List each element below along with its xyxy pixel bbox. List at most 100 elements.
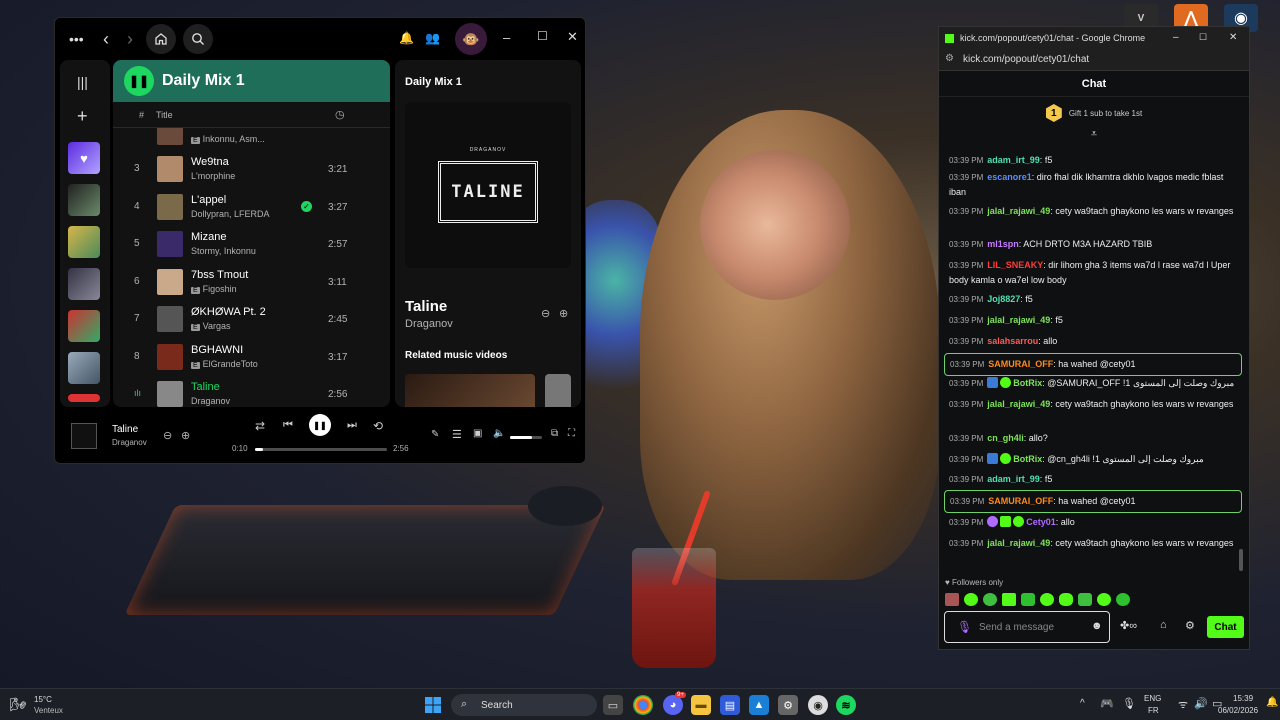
settings-icon[interactable]: ⚙ xyxy=(1185,619,1195,632)
emote[interactable] xyxy=(1116,593,1130,606)
message-username[interactable]: adam_irt_99 xyxy=(987,474,1040,484)
message-username[interactable]: ml1spn xyxy=(987,239,1019,249)
store-icon[interactable]: ⌂ xyxy=(1160,619,1167,631)
chrome-taskbar-icon[interactable] xyxy=(633,695,653,715)
track-row[interactable]: 3 We9tna L'morphine 3:21 xyxy=(113,151,390,188)
col-title[interactable]: Title xyxy=(156,110,173,120)
message-username[interactable]: BotRix xyxy=(1013,378,1042,388)
player-album-art[interactable] xyxy=(71,423,97,449)
remove-icon[interactable]: ⊖ xyxy=(541,307,550,320)
mic-lyrics-icon[interactable]: ✎ xyxy=(431,429,439,440)
emote[interactable] xyxy=(1059,593,1073,606)
task-view-icon[interactable]: ▭ xyxy=(603,695,623,715)
remove-icon[interactable]: ⊖ xyxy=(163,429,172,442)
np-artist[interactable]: Draganov xyxy=(405,318,453,330)
close-icon[interactable]: ✕ xyxy=(1229,32,1237,43)
playlist-cover[interactable] xyxy=(68,184,100,216)
emote[interactable] xyxy=(1078,593,1092,606)
lang-top[interactable]: ENG xyxy=(1144,694,1161,703)
message-username[interactable]: salahsarrou xyxy=(987,336,1038,346)
lang-bottom[interactable]: FR xyxy=(1148,706,1159,715)
weather-icon[interactable]: 🌬 xyxy=(10,697,27,713)
file-explorer-icon[interactable]: ▬ xyxy=(691,695,711,715)
message-username[interactable]: Cety01 xyxy=(1026,517,1056,527)
chevron-up-icon[interactable]: ^ xyxy=(1080,698,1085,709)
liked-songs-cover[interactable]: ♥ xyxy=(68,142,100,174)
home-icon[interactable] xyxy=(146,24,176,54)
playlist-cover[interactable] xyxy=(68,352,100,384)
add-icon[interactable]: + xyxy=(77,106,88,127)
queue-icon[interactable]: ☰ xyxy=(452,428,462,441)
emote[interactable] xyxy=(983,593,997,606)
volume-slider[interactable] xyxy=(510,436,542,439)
more-icon[interactable]: ••• xyxy=(69,31,84,47)
discord-taskbar-icon[interactable]: ◕ xyxy=(663,695,683,715)
track-row[interactable]: 8 BGHAWNI E ElGrandeToto 3:17 xyxy=(113,339,390,376)
obs-taskbar-icon[interactable]: ◉ xyxy=(808,695,828,715)
track-row[interactable]: 6 7bss Tmout E Figoshin 3:11 xyxy=(113,264,390,301)
saved-check-icon[interactable]: ✓ xyxy=(301,200,312,212)
track-row[interactable]: 7 ØKHØWA Pt. 2 E Vargas 2:45 xyxy=(113,301,390,338)
message-input[interactable]: 🎙 Send a message ☻ xyxy=(944,611,1110,643)
message-username[interactable]: BotRix xyxy=(1013,454,1042,464)
clock-time[interactable]: 15:39 xyxy=(1233,694,1253,703)
message-username[interactable]: SAMURAI_OFF xyxy=(988,496,1053,506)
message-username[interactable]: jalal_rajawi_49 xyxy=(987,206,1050,216)
message-username[interactable]: adam_irt_99 xyxy=(987,155,1040,165)
scrollbar-thumb[interactable] xyxy=(1239,549,1243,571)
windows-start-icon[interactable] xyxy=(423,695,443,715)
search-icon[interactable] xyxy=(183,24,213,54)
emote[interactable] xyxy=(1021,593,1035,606)
bell-icon[interactable]: 🔔 xyxy=(399,31,414,45)
message-username[interactable]: jalal_rajawi_49 xyxy=(987,315,1050,325)
related-video-thumb[interactable] xyxy=(405,374,535,407)
emote[interactable] xyxy=(964,593,978,606)
playlist-cover[interactable] xyxy=(68,310,100,342)
add-circle-icon[interactable]: ⊕ xyxy=(559,307,568,320)
message-username[interactable]: jalal_rajawi_49 xyxy=(987,538,1050,548)
playlist-cover[interactable] xyxy=(68,268,100,300)
weather-desc[interactable]: Venteux xyxy=(34,706,63,715)
player-song[interactable]: Taline xyxy=(112,424,138,435)
repeat-icon[interactable]: ⟲ xyxy=(373,419,383,433)
maximize-icon[interactable]: ☐ xyxy=(537,29,548,43)
track-row[interactable]: 5 Mizane Stormy, Inkonnu 2:57 xyxy=(113,226,390,263)
next-icon[interactable]: ⏭ xyxy=(347,419,357,432)
spotify-taskbar-icon[interactable]: ≋ xyxy=(836,695,856,715)
emote[interactable] xyxy=(1002,593,1016,606)
track-row[interactable]: 4 L'appel Dollypran, LFERDA ✓ 3:27 xyxy=(113,189,390,226)
np-song[interactable]: Taline xyxy=(405,298,447,315)
message-username[interactable]: LIL_SNEAKY xyxy=(987,260,1043,270)
settings-taskbar-icon[interactable]: ⚙ xyxy=(778,695,798,715)
volume-icon[interactable]: 🔈 xyxy=(493,428,505,439)
emote[interactable] xyxy=(1040,593,1054,606)
pinned-collapse-icon[interactable]: ⩡ xyxy=(939,129,1249,143)
fullscreen-icon[interactable]: ⛶ xyxy=(568,428,575,439)
mini-player-icon[interactable]: ⧉ xyxy=(551,428,558,439)
emote[interactable] xyxy=(945,593,959,606)
minimize-icon[interactable]: – xyxy=(1173,32,1179,43)
shuffle-icon[interactable]: ⇄ xyxy=(255,419,265,433)
taskbar-search[interactable]: ⌕ Search xyxy=(451,694,597,716)
message-username[interactable]: SAMURAI_OFF xyxy=(988,359,1053,369)
progress-bar[interactable] xyxy=(255,448,387,451)
send-chat-button[interactable]: Chat xyxy=(1207,616,1244,638)
friends-icon[interactable]: 👥 xyxy=(425,31,440,45)
emote[interactable] xyxy=(1097,593,1111,606)
message-username[interactable]: jalal_rajawi_49 xyxy=(987,399,1050,409)
forward-arrow-icon[interactable]: › xyxy=(127,29,133,50)
address-bar[interactable]: ⚙ kick.com/popout/cety01/chat xyxy=(939,49,1249,71)
wifi-icon[interactable]: ᯤ xyxy=(1178,697,1188,712)
message-username[interactable]: escanore1 xyxy=(987,172,1032,182)
close-icon[interactable]: ✕ xyxy=(567,29,578,45)
back-arrow-icon[interactable]: ‹ xyxy=(103,29,109,50)
message-username[interactable]: cn_gh4li xyxy=(987,433,1024,443)
photos-taskbar-icon[interactable]: ▲ xyxy=(749,695,769,715)
track-row[interactable]: ılı Taline Draganov 2:56 xyxy=(113,376,390,407)
site-info-icon[interactable]: ⚙ xyxy=(945,53,954,64)
volume-icon[interactable]: 🔊 xyxy=(1194,697,1208,710)
playlist-cover[interactable] xyxy=(68,394,100,402)
track-row[interactable]: E Inkonnu, Asm... xyxy=(113,128,390,151)
pause-icon[interactable]: ❚❚ xyxy=(309,414,331,436)
emoji-icon[interactable]: ☻ xyxy=(1091,620,1103,632)
